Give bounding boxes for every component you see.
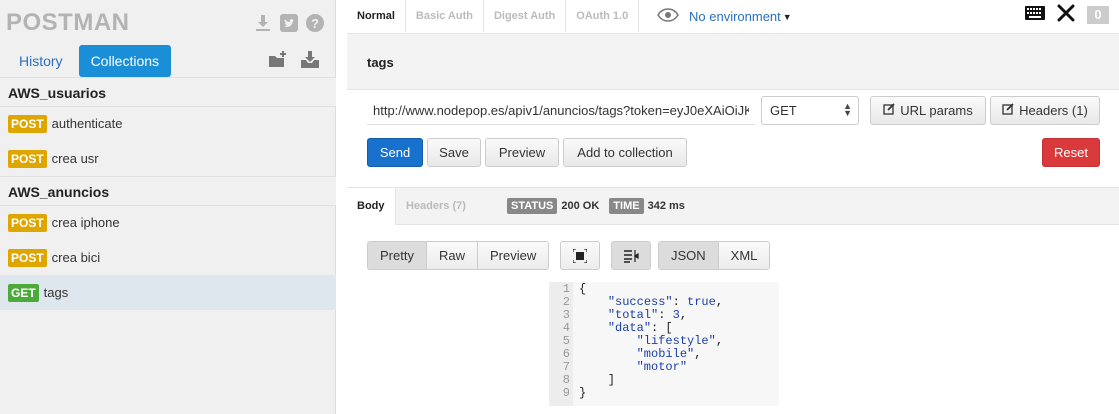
eye-icon: [657, 8, 679, 25]
import-collection-icon[interactable]: [300, 50, 320, 70]
method-badge: POST: [8, 248, 47, 267]
chevron-down-icon: ▼: [782, 11, 792, 22]
response-bar: Body Headers (7) STATUS 200 OK TIME 342 …: [347, 187, 1119, 225]
send-button[interactable]: Send: [367, 138, 423, 167]
sidebar-top-icons: ?: [253, 13, 325, 33]
url-input[interactable]: [367, 97, 755, 125]
list-item[interactable]: POST crea bici: [0, 240, 336, 275]
main-panel: Normal Basic Auth Digest Auth OAuth 1.0 …: [347, 0, 1119, 414]
status-value: 200 OK: [561, 200, 600, 212]
time-label: TIME: [609, 198, 644, 214]
tab-normal[interactable]: Normal: [347, 0, 406, 32]
format-group: JSON XML: [658, 241, 771, 270]
time-value: 342 ms: [647, 200, 685, 212]
request-name-bar: tags: [347, 33, 1119, 90]
environment-selector[interactable]: No environment ▼: [657, 8, 792, 25]
top-right-tools: 0: [1025, 4, 1109, 25]
tab-history[interactable]: History: [7, 45, 75, 77]
expand-icon[interactable]: [560, 241, 600, 270]
reset-button[interactable]: Reset: [1042, 138, 1100, 167]
svg-text:?: ?: [311, 16, 319, 31]
tab-response-headers[interactable]: Headers (7): [396, 188, 476, 225]
tab-body[interactable]: Body: [347, 188, 396, 225]
list-item[interactable]: POST crea iphone: [0, 205, 336, 240]
request-name: crea bici: [51, 250, 101, 265]
status-label: STATUS: [507, 198, 558, 214]
view-mode-group: Pretty Raw Preview: [367, 241, 550, 270]
sidebar: POSTMAN ? History Collections AWS_usuari…: [0, 0, 336, 414]
twitter-icon[interactable]: [279, 13, 299, 33]
list-item[interactable]: POST authenticate: [0, 106, 336, 141]
method-badge: GET: [8, 283, 39, 302]
wrap-lines-icon[interactable]: [611, 241, 651, 270]
request-name: tags: [43, 285, 69, 300]
headers-label: Headers (1): [1019, 103, 1088, 118]
url-params-label: URL params: [900, 103, 973, 118]
response-body[interactable]: 1 2 3 4 5 6 7 8 9 { "success": true, "to…: [549, 282, 779, 406]
method-select-value: GET: [770, 103, 797, 118]
line-numbers: 1 2 3 4 5 6 7 8 9: [549, 282, 573, 406]
auth-tabs: Normal Basic Auth Digest Auth OAuth 1.0: [347, 0, 640, 32]
list-item[interactable]: GET tags: [0, 275, 336, 310]
method-select[interactable]: GET ▲ ▼: [761, 96, 859, 125]
view-pretty[interactable]: Pretty: [368, 242, 427, 269]
request-name: crea usr: [51, 151, 99, 166]
headers-button[interactable]: Headers (1): [990, 96, 1100, 125]
request-name: authenticate: [51, 116, 123, 131]
format-json[interactable]: JSON: [659, 242, 719, 269]
app-logo: POSTMAN: [6, 9, 130, 36]
tab-basic-auth[interactable]: Basic Auth: [405, 0, 484, 32]
edit-icon: [883, 103, 895, 118]
keyboard-icon[interactable]: [1025, 6, 1045, 23]
tab-digest-auth[interactable]: Digest Auth: [483, 0, 567, 32]
tab-oauth[interactable]: OAuth 1.0: [566, 0, 640, 32]
new-collection-folder-icon[interactable]: [268, 50, 288, 70]
notification-count-badge[interactable]: 0: [1087, 5, 1109, 24]
edit-icon: [1002, 103, 1014, 118]
help-icon[interactable]: ?: [305, 13, 325, 33]
collection-title[interactable]: AWS_usuarios: [0, 77, 336, 107]
request-title[interactable]: tags: [367, 55, 394, 70]
download-icon[interactable]: [253, 13, 273, 33]
save-button[interactable]: Save: [427, 138, 481, 167]
collection-tools: [268, 50, 320, 70]
view-raw[interactable]: Raw: [426, 242, 478, 269]
add-to-collection-button[interactable]: Add to collection: [563, 138, 687, 167]
url-params-button[interactable]: URL params: [870, 96, 986, 125]
tab-collections[interactable]: Collections: [78, 45, 172, 77]
method-badge: POST: [8, 114, 47, 133]
view-preview[interactable]: Preview: [477, 242, 549, 269]
settings-wrench-icon[interactable]: [1057, 4, 1075, 25]
collection-title[interactable]: AWS_anuncios: [0, 176, 336, 206]
preview-button[interactable]: Preview: [485, 138, 559, 167]
sidebar-tabs: History Collections: [7, 45, 172, 77]
list-item[interactable]: POST crea usr: [0, 141, 336, 176]
method-badge: POST: [8, 149, 47, 168]
request-name: crea iphone: [51, 215, 120, 230]
select-arrows-icon: ▲ ▼: [843, 101, 852, 118]
format-xml[interactable]: XML: [718, 242, 770, 269]
environment-label: No environment: [689, 9, 781, 24]
json-code: { "success": true, "total": 3, "data": […: [579, 282, 724, 400]
status-group: STATUS 200 OK TIME 342 ms: [507, 198, 685, 214]
line-number: 9: [562, 386, 570, 400]
method-badge: POST: [8, 213, 47, 232]
